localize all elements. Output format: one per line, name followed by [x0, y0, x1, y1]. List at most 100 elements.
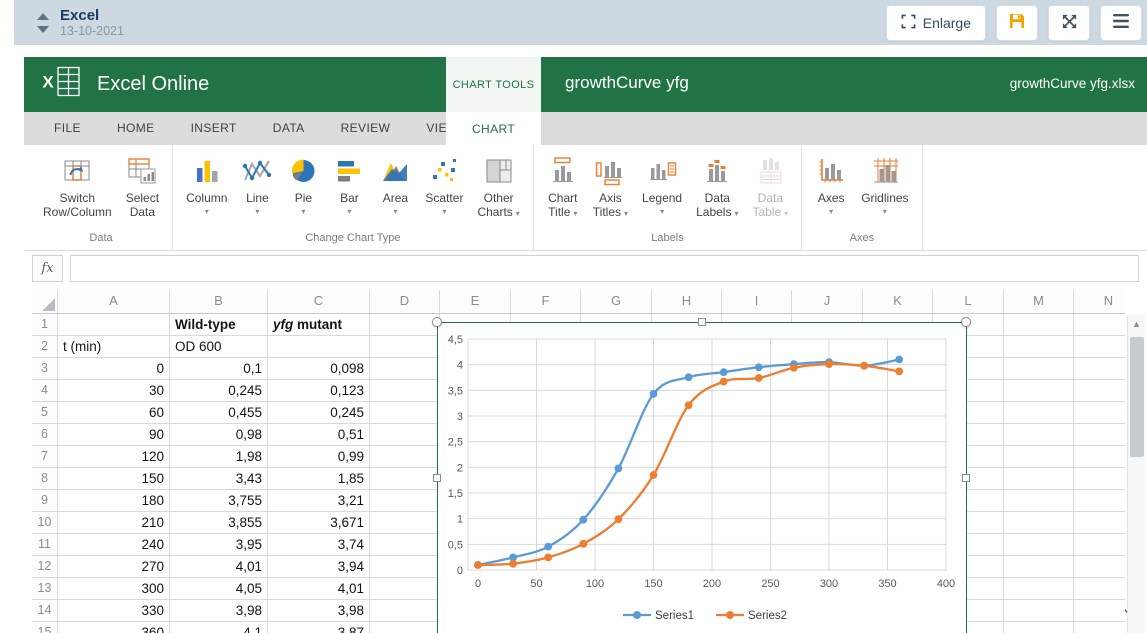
cell-A9[interactable]: 180 — [58, 490, 170, 512]
cell-N15[interactable] — [1074, 622, 1125, 633]
cell-M15[interactable] — [1004, 622, 1074, 633]
cell-N14[interactable] — [1074, 600, 1125, 622]
cell-N13[interactable] — [1074, 578, 1125, 600]
cell-C8[interactable]: 1,85 — [268, 468, 370, 490]
cell-M8[interactable] — [1004, 468, 1074, 490]
cell-D14[interactable] — [370, 600, 440, 622]
row-header-6[interactable]: 6 — [32, 424, 58, 446]
cell-N2[interactable] — [1074, 336, 1125, 358]
area-button[interactable]: Area▾ — [372, 153, 418, 218]
row-header-11[interactable]: 11 — [32, 534, 58, 556]
chart-handle-top-center[interactable] — [698, 318, 706, 326]
cell-B14[interactable]: 3,98 — [170, 600, 268, 622]
other-charts-button[interactable]: OtherCharts▾ — [470, 153, 526, 223]
legend-button[interactable]: Legend▾ — [635, 153, 689, 218]
chart-handle-top-left[interactable] — [432, 317, 442, 327]
column-button[interactable]: Column▾ — [179, 153, 234, 218]
column-header-E[interactable]: E — [440, 290, 511, 314]
cell-A11[interactable]: 240 — [58, 534, 170, 556]
column-header-M[interactable]: M — [1004, 290, 1074, 314]
cell-A10[interactable]: 210 — [58, 512, 170, 534]
cell-M12[interactable] — [1004, 556, 1074, 578]
formula-input[interactable] — [70, 255, 1139, 282]
row-header-14[interactable]: 14 — [32, 600, 58, 622]
vertical-scrollbar[interactable]: ▲ — [1127, 315, 1145, 633]
cell-D1[interactable] — [370, 314, 440, 336]
cell-N7[interactable] — [1074, 446, 1125, 468]
scroll-up-arrow-icon[interactable]: ▲ — [1128, 315, 1145, 333]
cell-C5[interactable]: 0,245 — [268, 402, 370, 424]
cell-A5[interactable]: 60 — [58, 402, 170, 424]
expand-button[interactable] — [1048, 5, 1090, 41]
cell-C13[interactable]: 4,01 — [268, 578, 370, 600]
cell-C2[interactable] — [268, 336, 370, 358]
column-header-H[interactable]: H — [652, 290, 722, 314]
tab-data[interactable]: DATA — [255, 112, 323, 145]
cell-B8[interactable]: 3,43 — [170, 468, 268, 490]
cell-C4[interactable]: 0,123 — [268, 380, 370, 402]
cell-C7[interactable]: 0,99 — [268, 446, 370, 468]
column-header-N[interactable]: N — [1074, 290, 1125, 314]
row-header-10[interactable]: 10 — [32, 512, 58, 534]
cell-D9[interactable] — [370, 490, 440, 512]
scatter-button[interactable]: Scatter▾ — [418, 153, 470, 218]
row-header-8[interactable]: 8 — [32, 468, 58, 490]
cell-B13[interactable]: 4,05 — [170, 578, 268, 600]
column-header-D[interactable]: D — [370, 290, 440, 314]
cell-M1[interactable] — [1004, 314, 1074, 336]
cell-M13[interactable] — [1004, 578, 1074, 600]
cell-M14[interactable] — [1004, 600, 1074, 622]
document-title[interactable]: growthCurve yfg — [565, 73, 689, 93]
row-header-15[interactable]: 15 — [32, 622, 58, 633]
cell-N11[interactable] — [1074, 534, 1125, 556]
cell-M5[interactable] — [1004, 402, 1074, 424]
cell-B3[interactable]: 0,1 — [170, 358, 268, 380]
axis-titles-button[interactable]: AxisTitles▾ — [586, 153, 635, 223]
cell-B9[interactable]: 3,755 — [170, 490, 268, 512]
row-header-7[interactable]: 7 — [32, 446, 58, 468]
cell-M10[interactable] — [1004, 512, 1074, 534]
tab-home[interactable]: HOME — [99, 112, 173, 145]
cell-D7[interactable] — [370, 446, 440, 468]
cell-A8[interactable]: 150 — [58, 468, 170, 490]
cell-A13[interactable]: 300 — [58, 578, 170, 600]
cell-D12[interactable] — [370, 556, 440, 578]
pie-button[interactable]: Pie▾ — [280, 153, 326, 218]
column-header-I[interactable]: I — [722, 290, 792, 314]
cell-M6[interactable] — [1004, 424, 1074, 446]
cell-D8[interactable] — [370, 468, 440, 490]
tab-file[interactable]: FILE — [36, 112, 99, 145]
cell-D4[interactable] — [370, 380, 440, 402]
cell-N9[interactable] — [1074, 490, 1125, 512]
cell-N8[interactable] — [1074, 468, 1125, 490]
cell-N3[interactable] — [1074, 358, 1125, 380]
select-all-corner[interactable] — [32, 290, 58, 314]
column-header-B[interactable]: B — [170, 290, 268, 314]
column-header-L[interactable]: L — [933, 290, 1004, 314]
cell-A14[interactable]: 330 — [58, 600, 170, 622]
cell-A2[interactable]: t (min) — [58, 336, 170, 358]
cell-C12[interactable]: 3,94 — [268, 556, 370, 578]
cell-N4[interactable] — [1074, 380, 1125, 402]
tab-chart[interactable]: CHART — [446, 112, 541, 145]
cell-C9[interactable]: 3,21 — [268, 490, 370, 512]
row-header-2[interactable]: 2 — [32, 336, 58, 358]
cell-A4[interactable]: 30 — [58, 380, 170, 402]
cell-C1[interactable]: yfg mutant — [268, 314, 370, 336]
cell-B7[interactable]: 1,98 — [170, 446, 268, 468]
cell-B10[interactable]: 3,855 — [170, 512, 268, 534]
column-header-F[interactable]: F — [511, 290, 581, 314]
fx-button[interactable]: fx — [32, 255, 63, 282]
cell-C6[interactable]: 0,51 — [268, 424, 370, 446]
chart-handle-middle-right[interactable] — [962, 474, 970, 482]
cell-B6[interactable]: 0,98 — [170, 424, 268, 446]
chart-tools-contextual-tab[interactable]: CHART TOOLS — [446, 57, 541, 112]
line-button[interactable]: Line▾ — [234, 153, 280, 218]
cell-M3[interactable] — [1004, 358, 1074, 380]
row-header-9[interactable]: 9 — [32, 490, 58, 512]
cell-N1[interactable] — [1074, 314, 1125, 336]
cell-N10[interactable] — [1074, 512, 1125, 534]
row-header-5[interactable]: 5 — [32, 402, 58, 424]
cell-B1[interactable]: Wild-type — [170, 314, 268, 336]
cell-D5[interactable] — [370, 402, 440, 424]
